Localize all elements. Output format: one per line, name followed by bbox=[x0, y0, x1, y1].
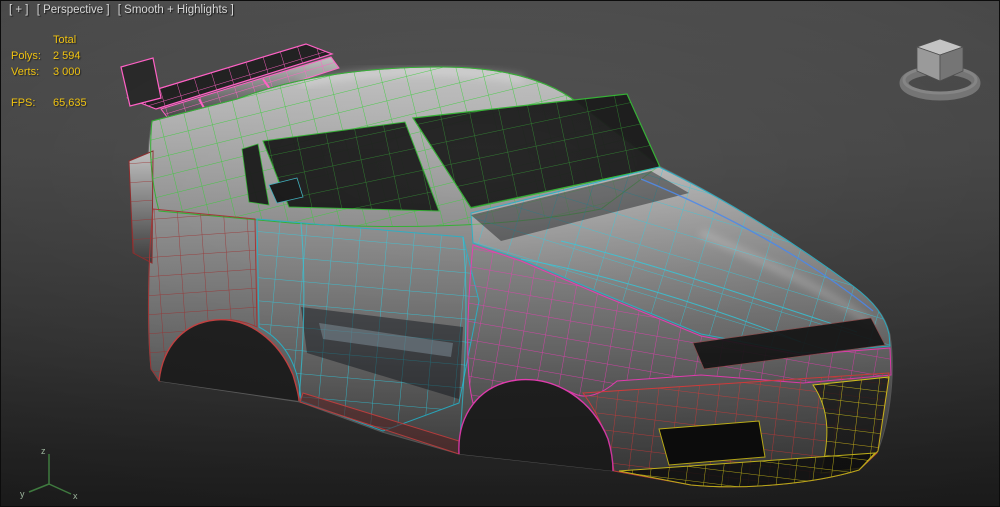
stats-verts-row: Verts: 3 000 bbox=[11, 64, 87, 80]
stats-polys-label: Polys: bbox=[11, 50, 41, 62]
viewport-menu-general[interactable]: [ + ] bbox=[9, 4, 29, 16]
stats-total-row: Total bbox=[11, 32, 87, 48]
axis-x-label: x bbox=[73, 491, 78, 500]
viewport-statistics: Total Polys: 2 594 Verts: 3 000 FPS: 65,… bbox=[11, 32, 87, 111]
viewport-menu-pov[interactable]: [ Perspective ] bbox=[37, 4, 110, 16]
stats-fps-label: FPS: bbox=[11, 97, 36, 109]
car-front-bumper[interactable] bbox=[582, 372, 890, 488]
car-rear-fascia[interactable] bbox=[128, 150, 154, 264]
world-axis-tripod-icon: z x y bbox=[20, 446, 78, 500]
stats-verts-value: 3 000 bbox=[53, 66, 81, 78]
stats-fps-value: 65,635 bbox=[53, 97, 87, 109]
stats-polys-row: Polys: 2 594 bbox=[11, 48, 87, 64]
axis-z-label: z bbox=[41, 446, 46, 456]
stats-polys-value: 2 594 bbox=[53, 50, 81, 62]
stats-verts-label: Verts: bbox=[11, 66, 40, 78]
stats-fps-row: FPS: 65,635 bbox=[11, 95, 87, 111]
axis-y-label: y bbox=[20, 489, 25, 499]
viewport-menu-shading[interactable]: [ Smooth + Highlights ] bbox=[118, 4, 234, 16]
car-model[interactable] bbox=[1, 1, 1000, 507]
3d-viewport[interactable]: [ + ] [ Perspective ] [ Smooth + Highlig… bbox=[0, 0, 1000, 507]
viewport-label: [ + ] [ Perspective ] [ Smooth + Highlig… bbox=[9, 4, 239, 16]
view-cube-icon[interactable] bbox=[899, 23, 981, 105]
stats-total-label: Total bbox=[53, 34, 77, 46]
